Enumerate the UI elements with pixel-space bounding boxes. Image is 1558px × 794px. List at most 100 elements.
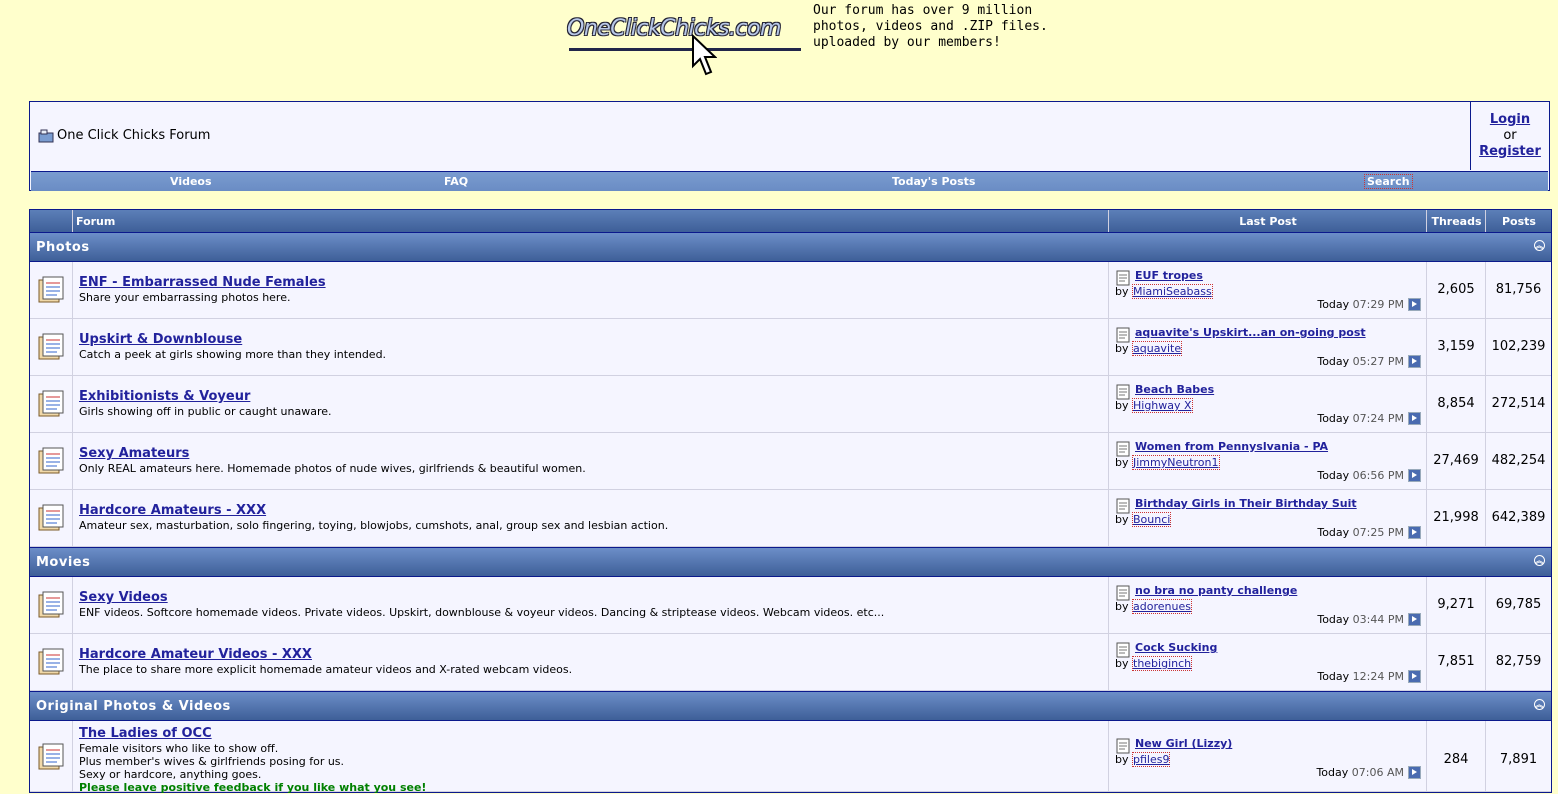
nav-videos[interactable]: Videos xyxy=(170,175,212,188)
forum-row: Hardcore Amateur Videos - XXX The place … xyxy=(30,634,1551,691)
last-post-cell: New Girl (Lizzy) by pfiles9 Today 07:06 … xyxy=(1109,721,1426,791)
forum-description: ENF videos. Softcore homemade videos. Pr… xyxy=(79,606,885,619)
forum-table: Forum Last Post Threads Posts Photos ︽ E… xyxy=(29,209,1552,794)
last-post-author[interactable]: Highway X xyxy=(1132,398,1193,413)
navbar-box: One Click Chicks Forum Login or Register… xyxy=(29,101,1550,191)
nav-todays-posts[interactable]: Today's Posts xyxy=(892,175,975,188)
description-line: Female visitors who like to show off. xyxy=(79,742,279,755)
post-count: 642,389 xyxy=(1486,490,1551,546)
logo-text: OneClickChicks.com xyxy=(567,16,781,41)
category-title: Movies xyxy=(36,555,91,570)
nav-faq[interactable]: FAQ xyxy=(444,175,468,188)
last-post-title[interactable]: Women from Pennyslvania - PA xyxy=(1135,440,1328,453)
forum-description: Female visitors who like to show off. Pl… xyxy=(79,742,426,794)
forum-link[interactable]: ENF - Embarrassed Nude Females xyxy=(79,275,326,290)
last-post-author[interactable]: JimmyNeutron1 xyxy=(1132,455,1220,470)
login-area: Login or Register xyxy=(1471,102,1549,170)
forum-description: Girls showing off in public or caught un… xyxy=(79,405,332,418)
thread-count: 9,271 xyxy=(1427,577,1485,633)
last-post-day: Today xyxy=(1316,766,1349,779)
last-post-time: 12:24 PM xyxy=(1352,670,1404,683)
post-icon xyxy=(1116,327,1130,343)
go-to-last-post-icon[interactable] xyxy=(1408,525,1421,539)
forum-folder-icon xyxy=(38,504,64,531)
header-icon-col xyxy=(30,210,72,232)
last-post-author[interactable]: Bounci xyxy=(1132,512,1172,527)
thread-count: 21,998 xyxy=(1427,490,1485,546)
last-post-time: 07:24 PM xyxy=(1352,412,1404,425)
collapse-icon[interactable]: ︽ xyxy=(1534,699,1545,710)
last-post-title[interactable]: Birthday Girls in Their Birthday Suit xyxy=(1135,497,1357,510)
forum-home-icon[interactable] xyxy=(38,129,54,143)
go-to-last-post-icon[interactable] xyxy=(1408,297,1421,311)
go-to-last-post-icon[interactable] xyxy=(1408,354,1421,368)
description-line: Sexy or hardcore, anything goes. xyxy=(79,768,262,781)
nav-search[interactable]: Search xyxy=(1364,174,1413,189)
last-post-title[interactable]: Cock Sucking xyxy=(1135,641,1217,654)
by-label: by xyxy=(1115,657,1129,670)
last-post-title[interactable]: New Girl (Lizzy) xyxy=(1135,737,1232,750)
last-post-author[interactable]: aquavite xyxy=(1132,341,1183,356)
last-post-time: 05:27 PM xyxy=(1352,355,1404,368)
last-post-time: 03:44 PM xyxy=(1352,613,1404,626)
forum-link[interactable]: Upskirt & Downblouse xyxy=(79,332,242,347)
post-icon xyxy=(1116,498,1130,514)
last-post-title[interactable]: no bra no panty challenge xyxy=(1135,584,1297,597)
thread-count: 284 xyxy=(1427,721,1485,791)
header-forum: Forum xyxy=(72,210,1108,232)
last-post-time: 06:56 PM xyxy=(1352,469,1404,482)
thread-count: 8,854 xyxy=(1427,376,1485,432)
category-title: Photos xyxy=(36,240,90,255)
category-photos[interactable]: Photos ︽ xyxy=(30,232,1551,262)
header-posts: Posts xyxy=(1485,210,1552,232)
last-post-cell: EUF tropes by MiamiSeabass Today 07:29 P… xyxy=(1109,262,1426,318)
last-post-cell: Cock Sucking by thebiginch Today 12:24 P… xyxy=(1109,634,1426,690)
last-post-author[interactable]: MiamiSeabass xyxy=(1132,284,1213,299)
forum-row: Exhibitionists & Voyeur Girls showing of… xyxy=(30,376,1551,433)
post-icon xyxy=(1116,585,1130,601)
last-post-title[interactable]: Beach Babes xyxy=(1135,383,1214,396)
login-link[interactable]: Login xyxy=(1490,112,1530,127)
last-post-author[interactable]: pfiles9 xyxy=(1132,752,1171,767)
post-count: 69,785 xyxy=(1486,577,1551,633)
thread-count: 3,159 xyxy=(1427,319,1485,375)
go-to-last-post-icon[interactable] xyxy=(1408,669,1421,683)
post-icon xyxy=(1116,270,1130,286)
collapse-icon[interactable]: ︽ xyxy=(1534,555,1545,566)
post-icon xyxy=(1116,738,1130,754)
go-to-last-post-icon[interactable] xyxy=(1408,411,1421,425)
category-movies[interactable]: Movies ︽ xyxy=(30,547,1551,577)
last-post-author[interactable]: thebiginch xyxy=(1132,656,1193,671)
forum-link[interactable]: Sexy Videos xyxy=(79,590,168,605)
forum-link[interactable]: Exhibitionists & Voyeur xyxy=(79,389,250,404)
tagline: Our forum has over 9 million photos, vid… xyxy=(813,3,1048,51)
forum-link[interactable]: Hardcore Amateurs - XXX xyxy=(79,503,266,518)
forum-link[interactable]: Sexy Amateurs xyxy=(79,446,189,461)
site-logo[interactable]: OneClickChicks.com xyxy=(563,8,808,78)
last-post-time: 07:25 PM xyxy=(1352,526,1404,539)
last-post-title[interactable]: EUF tropes xyxy=(1135,269,1203,282)
go-to-last-post-icon[interactable] xyxy=(1408,765,1421,779)
go-to-last-post-icon[interactable] xyxy=(1408,612,1421,626)
category-original-photos-videos[interactable]: Original Photos & Videos ︽ xyxy=(30,691,1551,721)
by-label: by xyxy=(1115,753,1129,766)
last-post-cell: Birthday Girls in Their Birthday Suit by… xyxy=(1109,490,1426,546)
last-post-time: 07:06 AM xyxy=(1351,766,1404,779)
forum-folder-icon xyxy=(38,743,64,770)
last-post-cell: Beach Babes by Highway X Today 07:24 PM xyxy=(1109,376,1426,432)
last-post-title[interactable]: aquavite's Upskirt...an on-going post xyxy=(1135,326,1366,339)
collapse-icon[interactable]: ︽ xyxy=(1534,240,1545,251)
page-title: One Click Chicks Forum xyxy=(57,128,211,143)
thread-count: 2,605 xyxy=(1427,262,1485,318)
by-label: by xyxy=(1115,399,1129,412)
forum-link[interactable]: The Ladies of OCC xyxy=(79,726,212,741)
go-to-last-post-icon[interactable] xyxy=(1408,468,1421,482)
header-last-post: Last Post xyxy=(1108,210,1427,232)
forum-link[interactable]: Hardcore Amateur Videos - XXX xyxy=(79,647,312,662)
forum-row: The Ladies of OCC Female visitors who li… xyxy=(30,721,1551,794)
last-post-author[interactable]: adorenues xyxy=(1132,599,1192,614)
forum-folder-icon xyxy=(38,276,64,303)
register-link[interactable]: Register xyxy=(1479,144,1541,159)
forum-row: Sexy Amateurs Only REAL amateurs here. H… xyxy=(30,433,1551,490)
thread-count: 7,851 xyxy=(1427,634,1485,690)
